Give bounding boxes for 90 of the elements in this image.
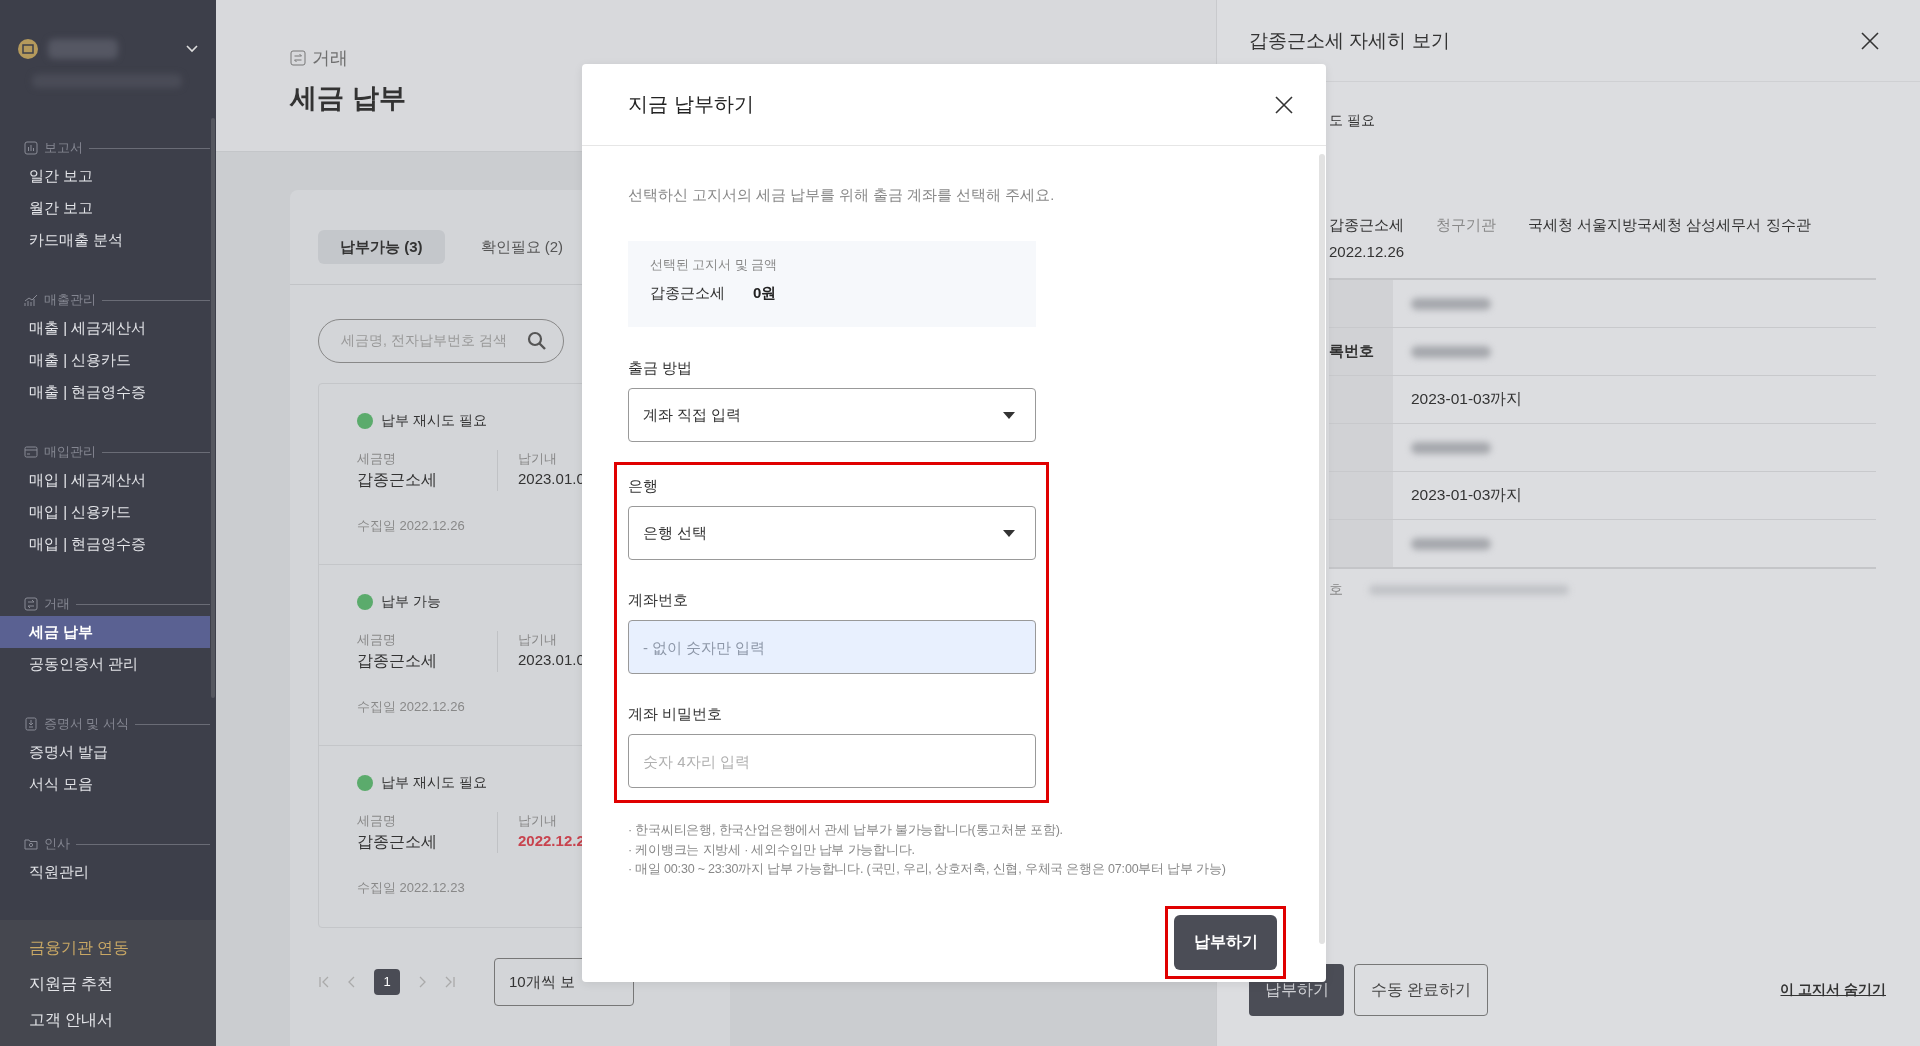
input-field[interactable]: - 없이 숫자만 입력 xyxy=(628,620,1036,674)
field-label: 세금명 xyxy=(357,450,397,468)
date-text: 2022.12.26 xyxy=(1329,243,1406,260)
section-title: 인사 xyxy=(44,835,70,853)
nav-item[interactable]: 매입 | 신용카드 xyxy=(0,496,209,528)
nav-item[interactable]: 금융기관 연동 xyxy=(0,930,216,966)
document-icon xyxy=(24,717,38,731)
nav-item[interactable]: 월간 보고 xyxy=(0,192,209,224)
dialog-description: 선택하신 고지서의 세금 납부를 위해 출금 계좌를 선택해 주세요. xyxy=(628,186,1056,205)
field-label: 납기내 xyxy=(518,450,558,468)
panel-title: 갑종근소세 자세히 보기 xyxy=(1249,28,1450,53)
close-icon xyxy=(1860,30,1880,51)
status-label: 납부 가능 xyxy=(381,593,441,611)
field-label: 납기내 xyxy=(518,631,558,649)
nav-item[interactable]: 일간 보고 xyxy=(0,160,209,192)
note-text: · 매일 00:30 ~ 23:30까지 납부 가능합니다. (국민, 우리, 상호저축, 신협, 우체국 은행은 07:00부터 납부 가능) xyxy=(628,861,1227,878)
tab[interactable]: 납부가능 (3) xyxy=(318,230,445,264)
nav-item[interactable]: 지원금 추천 xyxy=(0,966,216,1002)
note-text: · 한국씨티은행, 한국산업은행에서 관세 납부가 불가능합니다(통고처분 포함). xyxy=(628,822,1064,839)
close-icon xyxy=(1274,94,1294,115)
nav-item[interactable]: 직원관리 xyxy=(0,856,209,888)
field-label: 은행 xyxy=(628,477,659,496)
caret-down-icon xyxy=(1003,411,1015,419)
swap-icon xyxy=(290,50,306,66)
nav-item[interactable]: 증명서 발급 xyxy=(0,736,209,768)
row-label: 호 xyxy=(1329,581,1343,599)
scrollbar[interactable] xyxy=(211,118,215,698)
field-label: 계좌 비밀번호 xyxy=(628,705,724,724)
field-label: 청구기관 xyxy=(1436,216,1496,235)
trend-icon xyxy=(24,293,38,307)
collected-date: 수집일 2022.12.26 xyxy=(357,698,465,716)
dropdown[interactable]: 은행 선택 xyxy=(628,506,1036,560)
field-label: 세금명 xyxy=(357,812,397,830)
hide-link[interactable]: 이 고지서 숨기기 xyxy=(1780,981,1886,999)
swap-icon xyxy=(24,597,38,611)
card-icon xyxy=(24,445,38,459)
row-value: 2023-01-03까지 xyxy=(1411,389,1523,409)
nav-item[interactable]: 매출 | 신용카드 xyxy=(0,344,209,376)
status-label: 납부 재시도 필요 xyxy=(381,412,487,430)
nav-item[interactable]: 매출 | 세금계산서 xyxy=(0,312,209,344)
status-label: 납부 재시도 필요 xyxy=(381,774,487,792)
nav-item[interactable]: 세금 납부 xyxy=(0,616,210,648)
search-icon xyxy=(527,331,547,351)
nav-item[interactable]: 매입 | 현금영수증 xyxy=(0,528,209,560)
person-folder-icon xyxy=(24,837,38,851)
row-label: 록번호 xyxy=(1329,342,1374,361)
status-label: 도 필요 xyxy=(1329,112,1376,130)
section-title: 매입관리 xyxy=(44,443,96,461)
caret-down-icon xyxy=(1003,529,1015,537)
amount: 0원 xyxy=(753,284,777,303)
chart-icon xyxy=(24,141,38,155)
section-title: 보고서 xyxy=(44,139,83,157)
tab[interactable]: 확인필요 (2) xyxy=(458,230,585,264)
field-value: 국세청 서울지방국세청 삼성세무서 징수관 xyxy=(1528,216,1811,235)
nav-item[interactable]: 매입 | 세금계산서 xyxy=(0,464,209,496)
field-value: 갑종근소세 xyxy=(1329,216,1404,235)
last-page-icon xyxy=(444,976,456,988)
page-number[interactable]: 1 xyxy=(374,969,400,995)
scrollbar[interactable] xyxy=(1319,154,1325,944)
field-label: 출금 방법 xyxy=(628,359,694,378)
pay-button[interactable]: 납부하기 xyxy=(1174,914,1277,970)
tax-name: 갑종근소세 xyxy=(357,470,438,490)
dropdown[interactable]: 계좌 직접 입력 xyxy=(628,388,1036,442)
field-label: 계좌번호 xyxy=(628,591,689,610)
field-label: 세금명 xyxy=(357,631,397,649)
nav-item[interactable]: 공동인증서 관리 xyxy=(0,648,209,680)
first-page-icon xyxy=(318,976,330,988)
manual-complete-button[interactable]: 수동 완료하기 xyxy=(1354,964,1489,1016)
row-value: 2023-01-03까지 xyxy=(1411,485,1523,505)
tax-name: 갑종근소세 xyxy=(357,832,438,852)
breadcrumb[interactable]: 거래 xyxy=(312,46,348,70)
collected-date: 수집일 2022.12.26 xyxy=(357,517,465,535)
collected-date: 수집일 2022.12.23 xyxy=(357,879,465,897)
nav-item[interactable]: 고객 안내서 xyxy=(0,1002,216,1038)
tax-name: 갑종근소세 xyxy=(357,651,438,671)
input-field[interactable]: 숫자 4자리 입력 xyxy=(628,734,1036,788)
nav-item[interactable]: 매출 | 현금영수증 xyxy=(0,376,209,408)
section-title: 매출관리 xyxy=(44,291,96,309)
page-title: 세금 납부 xyxy=(290,82,406,115)
section-title: 거래 xyxy=(44,595,70,613)
section-title: 증명서 및 서식 xyxy=(44,715,129,733)
summary-label: 선택된 고지서 및 금액 xyxy=(650,257,779,274)
dialog-title: 지금 납부하기 xyxy=(628,92,754,117)
nav-item[interactable]: 카드매출 분석 xyxy=(0,224,209,256)
note-text: · 케이뱅크는 지방세 · 세외수입만 납부 가능합니다. xyxy=(628,841,916,859)
nav-item[interactable]: 서식 모음 xyxy=(0,768,209,800)
due-date: 2022.12.2 xyxy=(518,832,585,849)
tax-name: 갑종근소세 xyxy=(650,284,725,303)
chevron-down-icon xyxy=(186,45,198,53)
building-icon xyxy=(18,39,38,59)
